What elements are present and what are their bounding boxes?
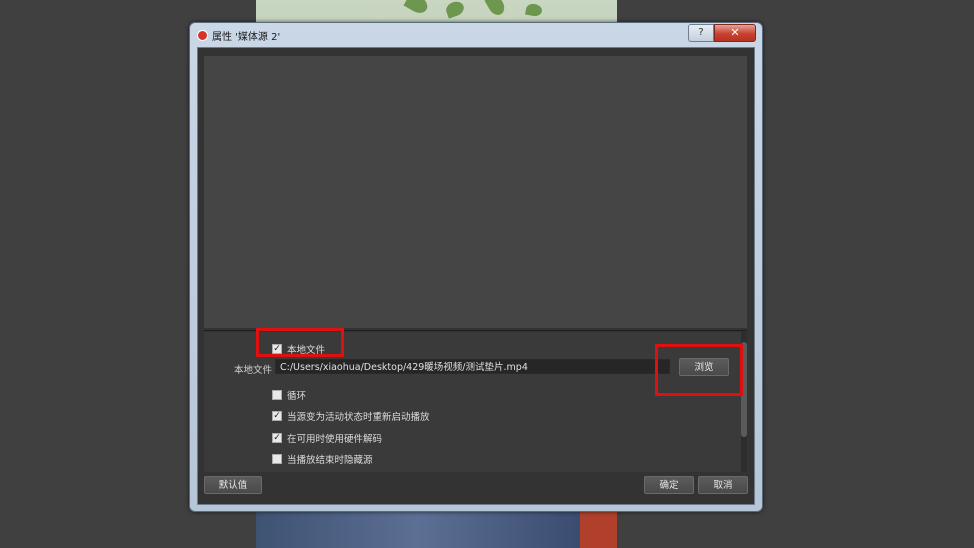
leaf-decoration: [403, 0, 431, 17]
loop-checkbox-label: 循环: [287, 391, 307, 402]
cancel-button[interactable]: 取消: [698, 476, 748, 494]
window-title: 属性 '媒体源 2': [212, 32, 281, 43]
hw-decode-checkbox[interactable]: ✓: [272, 433, 282, 443]
leaf-decoration: [444, 0, 466, 19]
obs-icon: [197, 30, 208, 41]
highlight-local-file-checkbox: [256, 328, 344, 357]
defaults-button[interactable]: 默认值: [204, 476, 262, 494]
hide-on-end-checkbox[interactable]: [272, 454, 282, 464]
source-preview: [204, 56, 747, 328]
ok-button[interactable]: 确定: [644, 476, 694, 494]
title-bar[interactable]: 属性 '媒体源 2' ? ✕: [190, 23, 762, 47]
loop-checkbox-row[interactable]: 循环: [272, 388, 306, 402]
properties-dialog: 属性 '媒体源 2' ? ✕ ✓ 本地文件 本地文件 C:/Users/xiao…: [189, 22, 763, 512]
restart-on-activate-row[interactable]: ✓ 当源变为活动状态时重新启动播放: [272, 409, 430, 423]
local-file-label: 本地文件: [234, 365, 273, 376]
leaf-decoration: [484, 0, 508, 18]
highlight-browse-button: [655, 344, 743, 396]
close-button[interactable]: ✕: [714, 24, 756, 42]
hw-decode-row[interactable]: ✓ 在可用时使用硬件解码: [272, 431, 382, 445]
hide-on-end-label: 当播放结束时隐藏源: [287, 455, 373, 466]
dialog-client-area: ✓ 本地文件 本地文件 C:/Users/xiaohua/Desktop/429…: [197, 47, 755, 505]
restart-on-activate-checkbox[interactable]: ✓: [272, 411, 282, 421]
restart-on-activate-label: 当源变为活动状态时重新启动播放: [287, 412, 430, 423]
title-buttons: ? ✕: [688, 24, 756, 42]
hide-on-end-row[interactable]: 当播放结束时隐藏源: [272, 452, 373, 466]
local-file-path-input[interactable]: C:/Users/xiaohua/Desktop/429暖场视频/测试垫片.mp…: [275, 359, 670, 374]
hw-decode-label: 在可用时使用硬件解码: [287, 434, 383, 445]
leaf-decoration: [525, 2, 543, 18]
help-button[interactable]: ?: [688, 24, 714, 42]
loop-checkbox[interactable]: [272, 390, 282, 400]
